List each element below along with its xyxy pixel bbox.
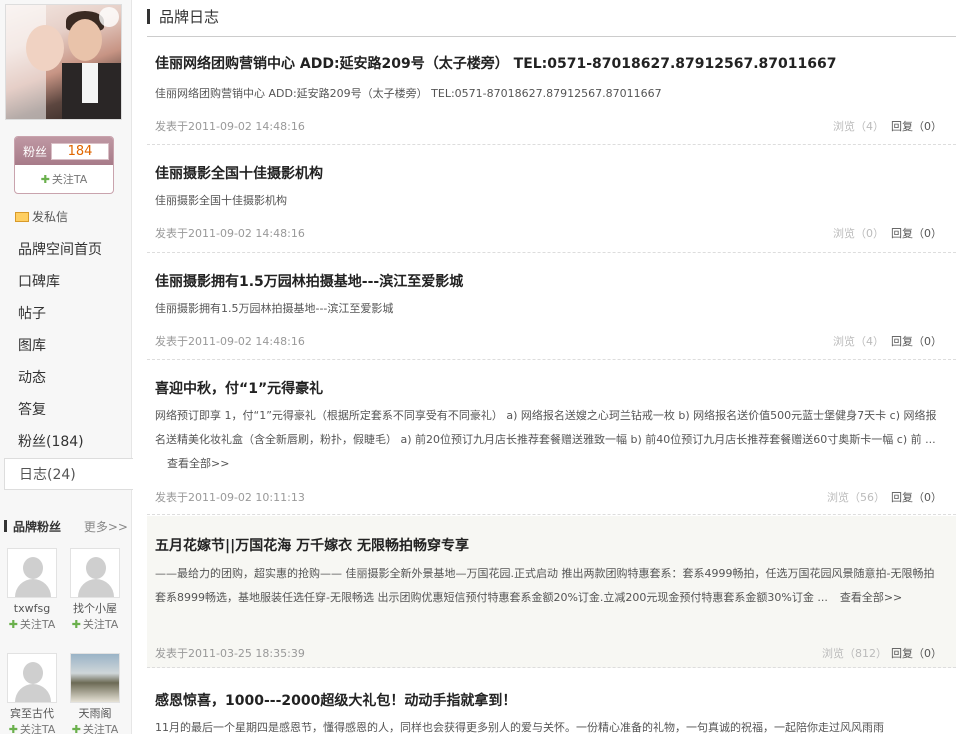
post-date: 发表于2011-09-02 10:11:13: [155, 491, 305, 504]
post-replies[interactable]: 回复（0）: [891, 333, 942, 349]
post-views: 浏览（4）: [833, 120, 884, 133]
fan-follow-button[interactable]: ✚ 关注TA: [67, 617, 123, 633]
post-date: 发表于2011-09-02 14:48:16: [155, 335, 305, 348]
nav-fans[interactable]: 粉丝(184): [0, 426, 132, 458]
fans-label: 粉丝: [23, 145, 48, 159]
plus-icon: ✚: [71, 723, 81, 734]
nav-reputation[interactable]: 口碑库: [0, 266, 132, 298]
page-title: 品牌日志: [159, 8, 220, 26]
fan-name[interactable]: txwfsg: [4, 601, 60, 617]
post-date: 发表于2011-09-02 14:48:16: [155, 120, 305, 133]
blog-post: 喜迎中秋，付“1”元得豪礼 网络预订即享 1，付“1”元得豪礼（根据所定套系不同…: [147, 360, 956, 515]
sidebar: 粉丝 184 ✚ 关注TA 发私信 品牌空间首页 口碑库 帖子 图库 动态 答复 …: [0, 0, 133, 734]
post-views: 浏览（56）: [827, 491, 885, 504]
sidebar-nav: 品牌空间首页 口碑库 帖子 图库 动态 答复 粉丝(184) 日志(24): [0, 234, 133, 490]
post-summary: 佳丽网络团购营销中心 ADD:延安路209号（太子楼旁） TEL:0571-87…: [155, 87, 662, 100]
more-fans-link[interactable]: 更多>>: [84, 518, 128, 535]
fan-name[interactable]: 找个小屋: [67, 601, 123, 617]
post-date: 发表于2011-09-02 14:48:16: [155, 227, 305, 240]
blog-post: 佳丽网络团购营销中心 ADD:延安路209号（太子楼旁） TEL:0571-87…: [147, 38, 956, 145]
fan-card: 宾至古代 ✚ 关注TA: [4, 653, 60, 734]
fans-box: 粉丝 184 ✚ 关注TA: [14, 136, 114, 194]
post-replies[interactable]: 回复（0）: [891, 225, 942, 241]
post-summary: ——最给力的团购，超实惠的抢购—— 佳丽摄影全新外景基地—万国花园.正式启动 推…: [155, 567, 935, 604]
blog-post: 感恩惊喜，1000---2000超级大礼包！动动手指就拿到！ 11月的最后一个星…: [147, 668, 956, 734]
fan-avatar[interactable]: [7, 548, 57, 598]
follow-button[interactable]: ✚ 关注TA: [15, 171, 113, 187]
fan-name[interactable]: 宾至古代: [4, 706, 60, 722]
post-title[interactable]: 佳丽网络团购营销中心 ADD:延安路209号（太子楼旁） TEL:0571-87…: [155, 53, 836, 73]
main-content: 品牌日志 佳丽网络团购营销中心 ADD:延安路209号（太子楼旁） TEL:05…: [147, 0, 956, 734]
send-message-link[interactable]: 发私信: [15, 208, 68, 225]
blog-post: 佳丽摄影拥有1.5万园林拍摄基地---滨江至爱影城 佳丽摄影拥有1.5万园林拍摄…: [147, 253, 956, 360]
post-replies[interactable]: 回复（0）: [891, 645, 942, 661]
mail-icon: [15, 211, 29, 222]
post-replies[interactable]: 回复（0）: [891, 118, 942, 134]
brand-avatar[interactable]: [5, 4, 122, 120]
blog-post: 五月花嫁节||万国花海 万千嫁衣 无限畅拍畅穿专享 ——最给力的团购，超实惠的抢…: [147, 516, 956, 668]
nav-brand-home[interactable]: 品牌空间首页: [0, 234, 132, 266]
plus-icon: ✚: [8, 723, 18, 734]
post-date: 发表于2011-03-25 18:35:39: [155, 647, 305, 660]
post-title[interactable]: 佳丽摄影全国十佳摄影机构: [155, 163, 323, 183]
fan-name[interactable]: 天雨阁: [67, 706, 123, 722]
plus-icon: ✚: [71, 618, 81, 631]
fans-count: 184: [51, 143, 109, 160]
post-replies[interactable]: 回复（0）: [891, 489, 942, 505]
fan-card: 找个小屋 ✚ 关注TA: [67, 548, 123, 633]
nav-activity[interactable]: 动态: [0, 362, 132, 394]
post-title[interactable]: 喜迎中秋，付“1”元得豪礼: [155, 378, 323, 398]
plus-icon: ✚: [40, 173, 50, 186]
nav-blog[interactable]: 日志(24): [4, 458, 133, 490]
fan-follow-button[interactable]: ✚ 关注TA: [4, 617, 60, 633]
post-title[interactable]: 佳丽摄影拥有1.5万园林拍摄基地---滨江至爱影城: [155, 271, 463, 291]
blog-post: 佳丽摄影全国十佳摄影机构 佳丽摄影全国十佳摄影机构 发表于2011-09-02 …: [147, 145, 956, 253]
fan-avatar[interactable]: [70, 548, 120, 598]
post-views: 浏览（4）: [833, 335, 884, 348]
read-more-link[interactable]: 查看全部>>: [167, 457, 229, 470]
read-more-link[interactable]: 查看全部>>: [840, 591, 902, 604]
brand-fans-heading: 品牌粉丝 更多>>: [4, 517, 130, 535]
post-summary: 网络预订即享 1，付“1”元得豪礼（根据所定套系不同享受有不同豪礼） a) 网络…: [155, 409, 937, 470]
post-title[interactable]: 感恩惊喜，1000---2000超级大礼包！动动手指就拿到！: [155, 690, 516, 710]
nav-posts[interactable]: 帖子: [0, 298, 132, 330]
fan-card: 天雨阁 ✚ 关注TA: [67, 653, 123, 734]
post-summary: 11月的最后一个星期四是感恩节，懂得感恩的人，同样也会获得更多别人的爱与关怀。一…: [155, 721, 884, 734]
nav-gallery[interactable]: 图库: [0, 330, 132, 362]
post-views: 浏览（0）: [833, 227, 884, 240]
post-views: 浏览（812）: [822, 647, 887, 660]
fan-follow-button[interactable]: ✚ 关注TA: [4, 722, 60, 734]
post-title[interactable]: 五月花嫁节||万国花海 万千嫁衣 无限畅拍畅穿专享: [155, 535, 469, 555]
fan-card: txwfsg ✚ 关注TA: [4, 548, 60, 633]
plus-icon: ✚: [8, 618, 18, 631]
fan-avatar[interactable]: [70, 653, 120, 703]
post-summary: 佳丽摄影拥有1.5万园林拍摄基地---滨江至爱影城: [155, 302, 394, 315]
fan-avatar[interactable]: [7, 653, 57, 703]
nav-answers[interactable]: 答复: [0, 394, 132, 426]
fan-follow-button[interactable]: ✚ 关注TA: [67, 722, 123, 734]
post-summary: 佳丽摄影全国十佳摄影机构: [155, 194, 287, 207]
page-header: 品牌日志: [147, 0, 956, 37]
